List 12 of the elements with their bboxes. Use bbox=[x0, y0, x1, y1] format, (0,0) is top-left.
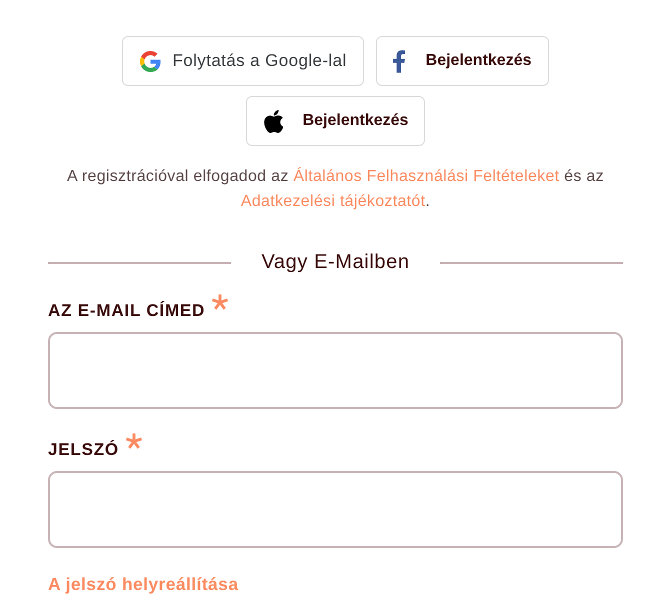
input-field[interactable] bbox=[48, 332, 623, 409]
facebook-icon bbox=[392, 50, 405, 72]
terms-notice: A regisztrációval elfogadod az Általános Felhasználási Feltételeket és az Adatkezelési tájékoztatót. bbox=[66, 166, 605, 212]
google-icon bbox=[140, 50, 162, 72]
field-label: JELSZÓ bbox=[48, 440, 119, 460]
google-login-button[interactable]: Folytatás a Google-lal bbox=[122, 36, 364, 86]
apple-login-button[interactable]: Bejelentkezés bbox=[246, 96, 426, 146]
input-field[interactable] bbox=[48, 471, 623, 548]
field-label: AZ E-MAIL CÍMED bbox=[48, 301, 206, 321]
facebook-login-button[interactable]: Bejelentkezés bbox=[376, 36, 548, 86]
divider-label: Vagy E-Mailben bbox=[260, 251, 411, 274]
apple-icon bbox=[264, 110, 283, 132]
